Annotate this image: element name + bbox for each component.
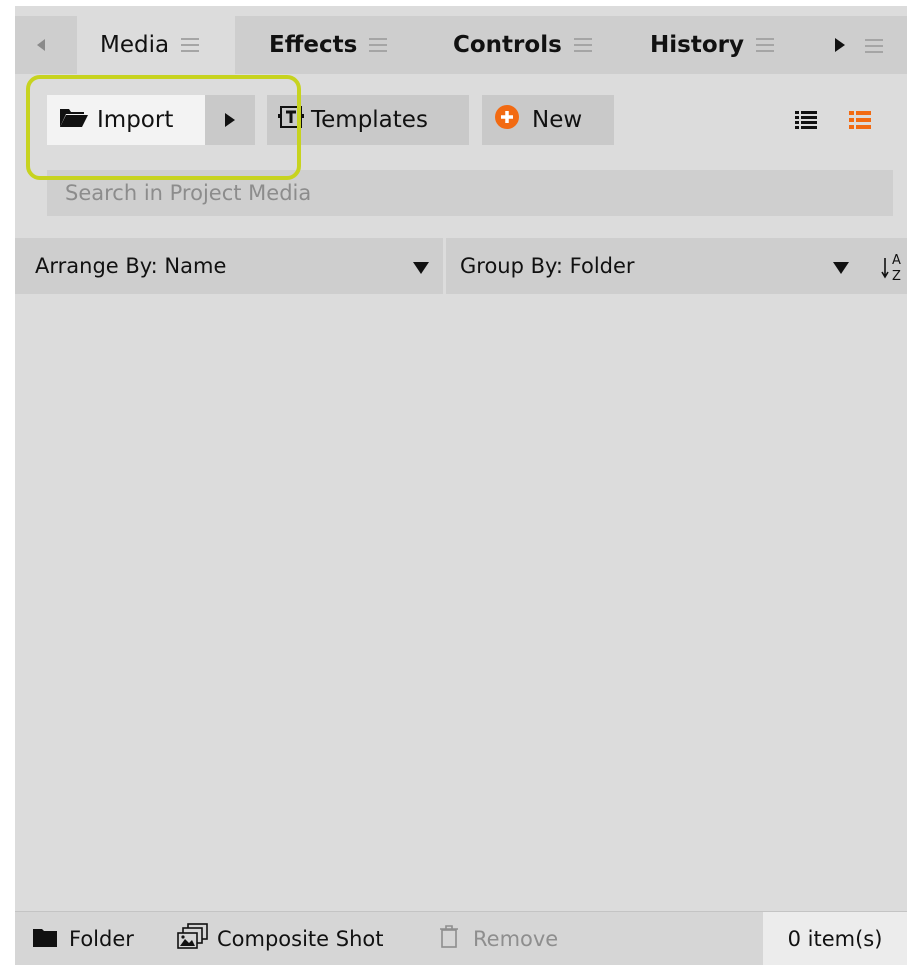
folder-label: Folder bbox=[69, 927, 134, 951]
tab-media-label: Media bbox=[100, 32, 170, 58]
tab-effects[interactable]: Effects bbox=[247, 16, 417, 74]
group-by-dropdown[interactable]: Group By: Folder bbox=[446, 238, 870, 294]
tab-media[interactable]: Media bbox=[77, 16, 235, 74]
menu-icon[interactable] bbox=[755, 38, 774, 52]
list-view-icon[interactable] bbox=[795, 110, 817, 134]
tab-scroll-right-icon[interactable] bbox=[835, 38, 845, 52]
trash-icon bbox=[439, 924, 459, 954]
item-count-display: 0 item(s) bbox=[763, 912, 907, 965]
tab-controls-label: Controls bbox=[453, 32, 562, 58]
arrange-bar: Arrange By: Name Group By: Folder A Z bbox=[15, 238, 907, 294]
composite-shot-icon bbox=[177, 922, 209, 956]
arrange-by-label: Arrange By: Name bbox=[35, 254, 227, 278]
composite-shot-label: Composite Shot bbox=[217, 927, 384, 951]
tab-history-label: History bbox=[650, 32, 744, 58]
composite-shot-button[interactable]: Composite Shot bbox=[177, 912, 383, 965]
sort-az-icon[interactable]: A Z bbox=[881, 250, 905, 288]
new-label: New bbox=[532, 107, 583, 133]
menu-icon[interactable] bbox=[369, 38, 388, 52]
media-list-area[interactable] bbox=[15, 294, 907, 911]
svg-text:A: A bbox=[892, 253, 901, 268]
svg-text:Z: Z bbox=[892, 269, 901, 284]
tab-effects-label: Effects bbox=[269, 32, 358, 58]
folder-icon bbox=[33, 927, 57, 952]
menu-icon[interactable] bbox=[181, 38, 200, 52]
menu-icon[interactable] bbox=[573, 38, 592, 52]
templates-label: Templates bbox=[311, 107, 428, 133]
menu-icon[interactable] bbox=[865, 39, 883, 53]
item-count: 0 item(s) bbox=[787, 927, 883, 951]
group-by-label: Group By: Folder bbox=[460, 254, 635, 278]
plus-circle-icon bbox=[494, 104, 520, 136]
tab-bar: Media Effects Controls History bbox=[15, 16, 907, 74]
remove-label: Remove bbox=[473, 927, 559, 951]
chevron-down-icon bbox=[833, 262, 849, 274]
folder-button[interactable]: Folder bbox=[33, 912, 134, 965]
chevron-down-icon bbox=[413, 262, 429, 274]
tab-history[interactable]: History bbox=[623, 16, 793, 74]
footer-bar: Folder Composite Shot Remove 0 item(s) bbox=[15, 911, 907, 965]
import-highlight bbox=[26, 75, 301, 180]
remove-button[interactable]: Remove bbox=[439, 912, 558, 965]
tab-scroll-left-icon[interactable] bbox=[37, 39, 45, 51]
new-button[interactable]: New bbox=[482, 95, 614, 145]
tab-controls[interactable]: Controls bbox=[427, 16, 603, 74]
media-panel: Media Effects Controls History Import Te… bbox=[15, 6, 907, 965]
arrange-by-dropdown[interactable]: Arrange By: Name bbox=[15, 238, 443, 294]
detail-list-view-icon[interactable] bbox=[849, 110, 871, 134]
